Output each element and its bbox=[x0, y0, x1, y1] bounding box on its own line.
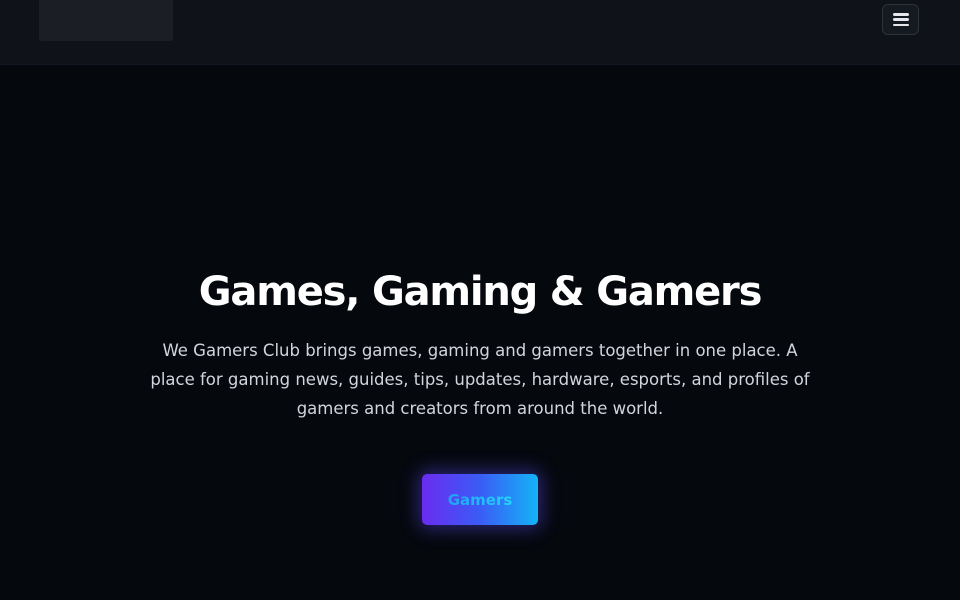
site-logo[interactable] bbox=[39, 0, 173, 41]
hero-title: Games, Gaming & Gamers bbox=[198, 269, 763, 315]
hero-description: We Gamers Club brings games, gaming and … bbox=[150, 341, 810, 418]
navbar bbox=[0, 0, 960, 65]
hamburger-icon bbox=[892, 13, 909, 26]
gamers-button[interactable]: Gamers bbox=[422, 474, 538, 525]
gamers-button-label: Gamers bbox=[447, 490, 513, 509]
menu-toggle-button[interactable] bbox=[882, 4, 919, 35]
hero-section: Games, Gaming & Gamers We Gamers Club br… bbox=[0, 64, 960, 600]
page: Games, Gaming & Gamers We Gamers Club br… bbox=[0, 0, 960, 600]
